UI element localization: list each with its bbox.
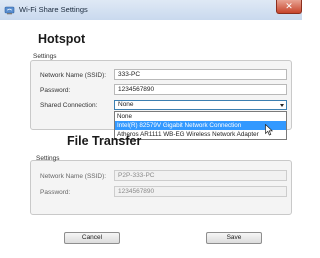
chevron-down-icon[interactable] bbox=[280, 104, 284, 107]
file-transfer-password-input: 1234567890 bbox=[114, 186, 287, 197]
file-transfer-password-label: Password: bbox=[40, 189, 71, 196]
hotspot-ssid-label: Network Name (SSID): bbox=[40, 72, 107, 79]
shared-connection-value: None bbox=[118, 101, 134, 108]
mouse-cursor-icon bbox=[265, 124, 273, 136]
window-title: Wi-Fi Share Settings bbox=[19, 5, 88, 14]
shared-connection-select[interactable]: None bbox=[114, 100, 287, 110]
wifi-app-icon bbox=[4, 6, 15, 15]
file-transfer-ssid-label: Network Name (SSID): bbox=[40, 173, 107, 180]
hotspot-heading: Hotspot bbox=[38, 32, 86, 46]
save-button[interactable]: Save bbox=[206, 232, 262, 244]
cancel-button[interactable]: Cancel bbox=[64, 232, 120, 244]
close-icon: ✕ bbox=[285, 1, 293, 11]
file-transfer-ssid-input: P2P-333-PC bbox=[114, 170, 287, 181]
file-transfer-group-label: Settings bbox=[36, 155, 60, 162]
title-bar[interactable]: Wi-Fi Share Settings ✕ bbox=[0, 0, 302, 21]
file-transfer-heading: File Transfer bbox=[67, 134, 142, 148]
hotspot-password-input[interactable]: 1234567890 bbox=[114, 84, 287, 95]
close-button[interactable]: ✕ bbox=[276, 0, 302, 14]
shared-connection-label: Shared Connection: bbox=[40, 102, 98, 109]
dropdown-option-intel[interactable]: Intel(R) 82579V Gigabit Network Connecti… bbox=[115, 121, 286, 130]
dropdown-option-none[interactable]: None bbox=[115, 112, 286, 121]
hotspot-password-label: Password: bbox=[40, 87, 71, 94]
hotspot-group-label: Settings bbox=[33, 53, 57, 60]
hotspot-ssid-input[interactable]: 333-PC bbox=[114, 69, 287, 80]
